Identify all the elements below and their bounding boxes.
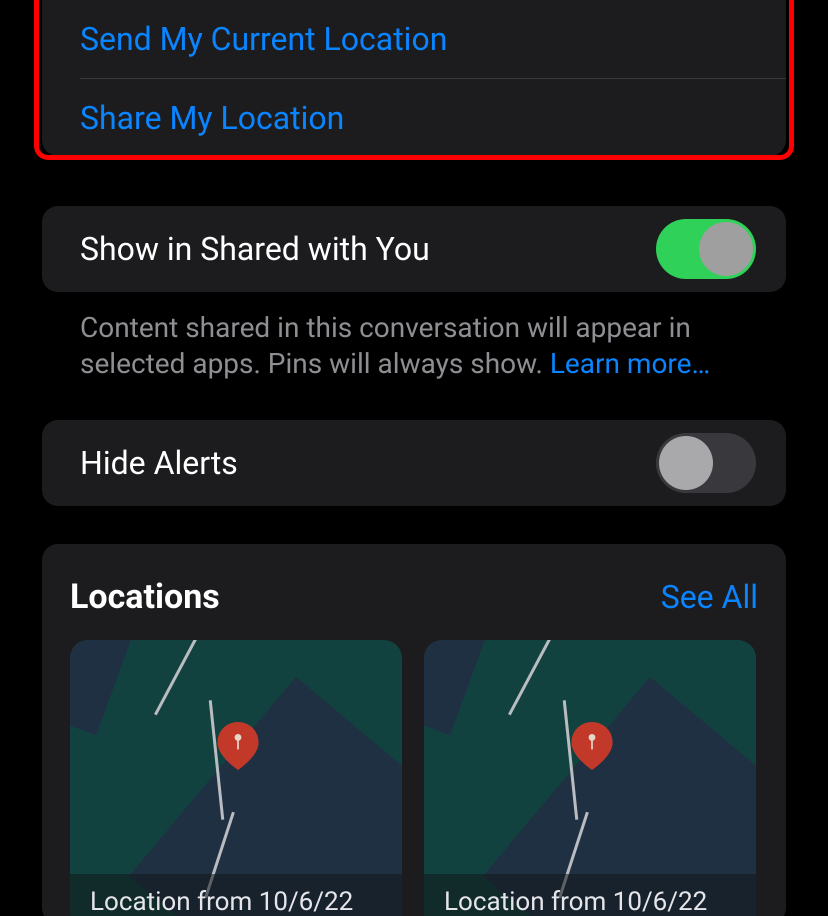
location-card[interactable]: Location from 10/6/22: [424, 640, 756, 916]
location-caption: Location from 10/6/22: [444, 887, 707, 916]
see-all-link[interactable]: See All: [661, 578, 758, 616]
toggle-knob-icon: [659, 436, 713, 490]
locations-title: Locations: [70, 577, 220, 617]
location-caption: Location from 10/6/22: [90, 887, 353, 916]
locations-grid: Location from 10/6/22: [70, 640, 758, 916]
map-pin-icon: [214, 722, 262, 770]
hide-alerts-row: Hide Alerts: [42, 420, 786, 506]
send-current-location-button[interactable]: Send My Current Location: [42, 0, 786, 78]
toggle-knob-icon: [699, 222, 753, 276]
share-my-location-button[interactable]: Share My Location: [42, 79, 786, 156]
shared-with-you-toggle[interactable]: [656, 219, 756, 279]
location-caption-bar: Location from 10/6/22: [424, 874, 756, 916]
send-current-location-label: Send My Current Location: [80, 20, 447, 58]
shared-with-you-row: Show in Shared with You: [42, 206, 786, 292]
hide-alerts-label: Hide Alerts: [80, 444, 238, 482]
hide-alerts-toggle[interactable]: [656, 433, 756, 493]
shared-with-you-label: Show in Shared with You: [80, 230, 430, 268]
shared-with-you-description: Content shared in this conversation will…: [80, 310, 760, 382]
locations-header: Locations See All: [70, 572, 758, 622]
settings-screen: Send My Current Location Share My Locati…: [0, 0, 828, 916]
location-card[interactable]: Location from 10/6/22: [70, 640, 402, 916]
locations-section: Locations See All: [42, 544, 786, 916]
location-actions-group: Send My Current Location Share My Locati…: [42, 0, 786, 156]
learn-more-link[interactable]: Learn more…: [550, 347, 710, 380]
map-pin-icon: [568, 722, 616, 770]
share-my-location-label: Share My Location: [80, 99, 344, 137]
location-caption-bar: Location from 10/6/22: [70, 874, 402, 916]
